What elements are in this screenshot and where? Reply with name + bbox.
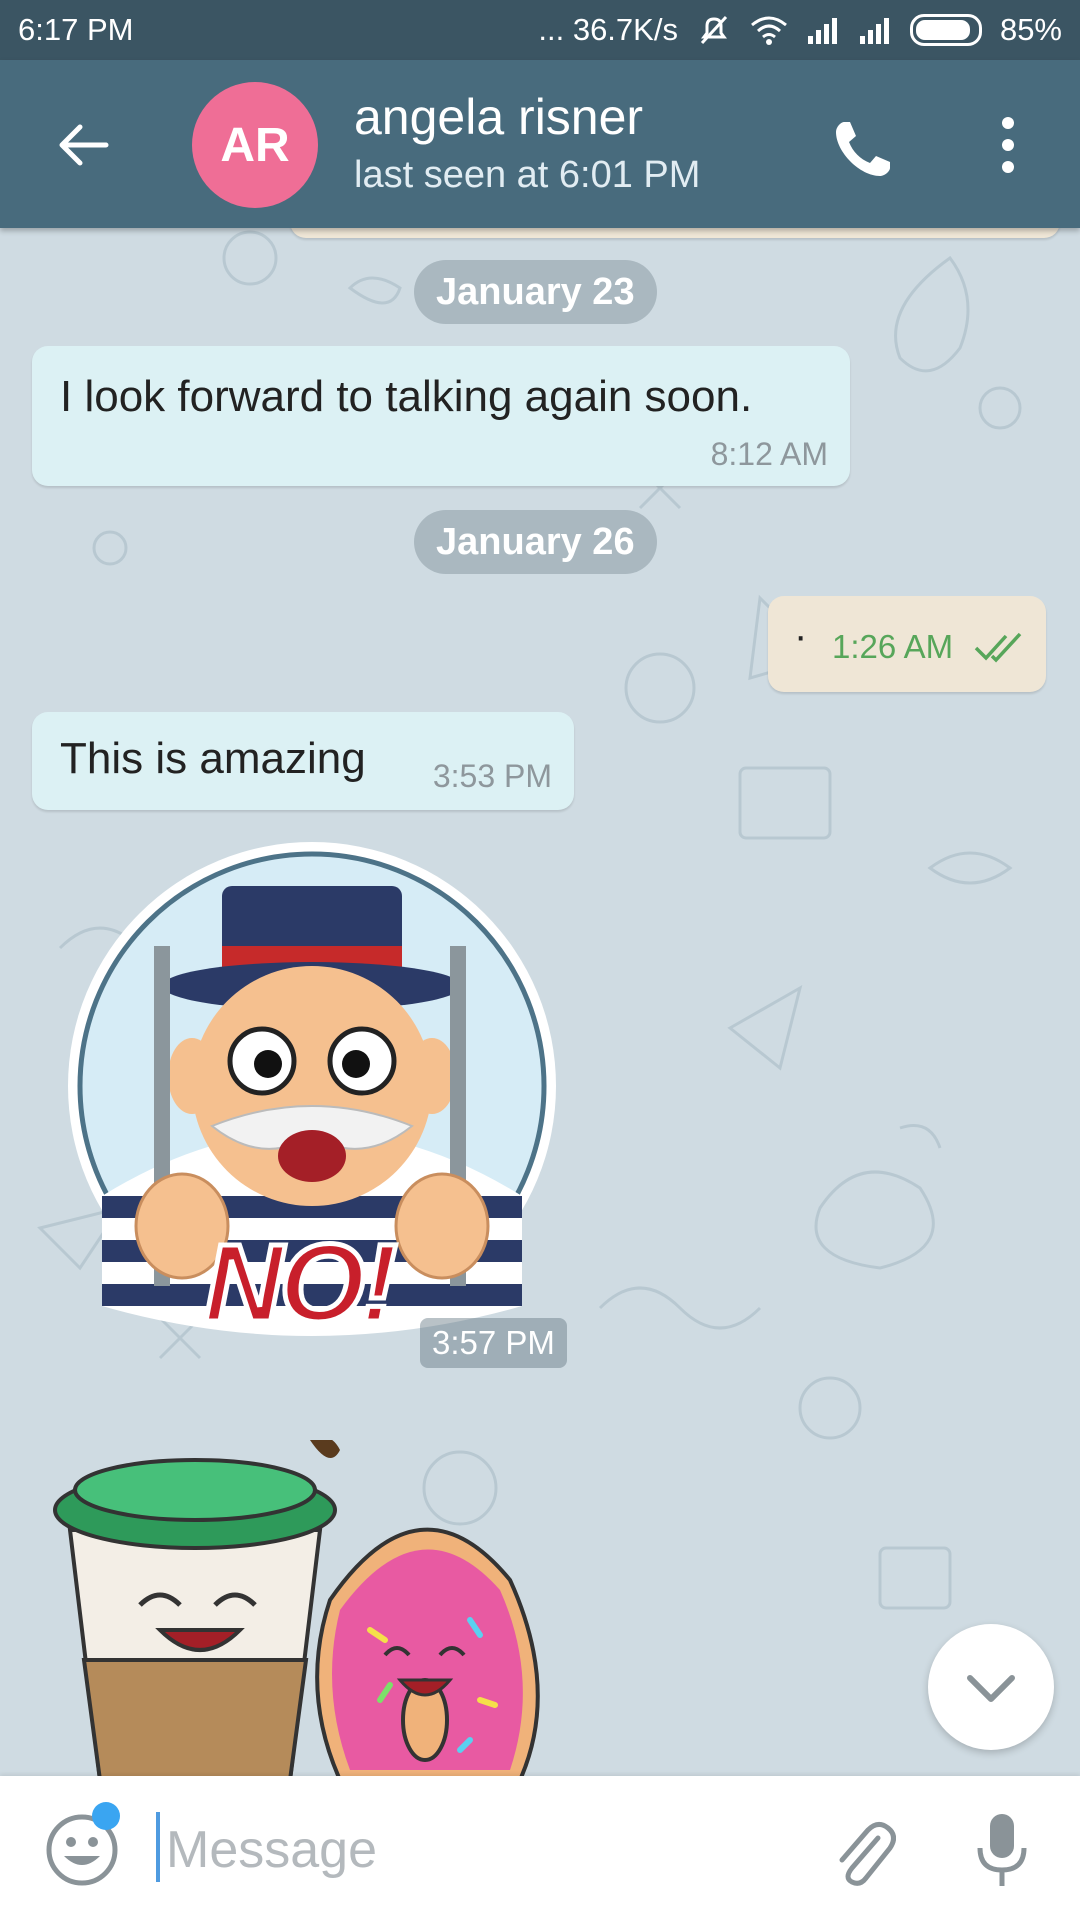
phone-icon[interactable] bbox=[832, 118, 894, 180]
battery-icon bbox=[909, 14, 982, 46]
date-separator: January 26 bbox=[414, 510, 657, 574]
status-time: 6:17 PM bbox=[18, 12, 134, 47]
last-seen-status: last seen at 6:01 PM bbox=[354, 154, 701, 196]
sticker-time: 3:57 PM bbox=[420, 1318, 567, 1368]
message-list[interactable]: January 23 I look forward to talking aga… bbox=[0, 228, 1080, 1776]
coffee-donut-sticker[interactable] bbox=[40, 1440, 580, 1776]
message-input[interactable] bbox=[164, 1806, 808, 1894]
read-checkmarks-icon bbox=[974, 632, 1022, 663]
microphone-icon[interactable] bbox=[972, 1810, 1032, 1890]
wifi-icon bbox=[751, 16, 787, 45]
date-separator: January 23 bbox=[414, 260, 657, 324]
chevron-down-icon bbox=[967, 1675, 1015, 1702]
message-text: This is amazing bbox=[60, 734, 366, 783]
message-time: 1:26 AM bbox=[832, 628, 954, 665]
scroll-to-bottom-button[interactable] bbox=[928, 1624, 1054, 1750]
message-text: I look forward to talking again soon. bbox=[60, 372, 753, 421]
chat-header: AR angela risner last seen at 6:01 PM bbox=[0, 60, 1080, 228]
signal-icon bbox=[807, 18, 837, 44]
message-time: 3:53 PM bbox=[432, 758, 552, 794]
notification-dot bbox=[92, 1802, 120, 1830]
more-options-icon[interactable] bbox=[990, 115, 1026, 175]
battery-level: 85% bbox=[999, 12, 1062, 47]
back-arrow-icon[interactable] bbox=[56, 118, 110, 172]
message-bubble-partial bbox=[290, 228, 1060, 238]
message-bubble[interactable]: I look forward to talking again soon. 8:… bbox=[32, 346, 850, 486]
network-speed: ... 36.7K/s bbox=[538, 12, 678, 47]
message-composer bbox=[0, 1776, 1080, 1920]
message-bubble[interactable]: This is amazing 3:53 PM bbox=[32, 712, 574, 810]
signal-icon-2 bbox=[859, 18, 889, 44]
paperclip-icon[interactable] bbox=[832, 1816, 896, 1888]
message-time: 8:12 AM bbox=[710, 436, 828, 472]
sticker-caption: NO! bbox=[202, 1220, 401, 1348]
mute-icon bbox=[700, 15, 728, 45]
text-cursor bbox=[156, 1812, 160, 1882]
status-bar: 6:17 PM ... 36.7K/s 85% bbox=[0, 0, 1080, 60]
status-right: ... 36.7K/s 85% bbox=[538, 12, 1062, 48]
avatar[interactable]: AR bbox=[192, 82, 318, 208]
contact-name[interactable]: angela risner bbox=[354, 88, 643, 146]
message-bubble-outgoing[interactable]: · 1:26 AM bbox=[768, 596, 1046, 692]
message-text: · bbox=[794, 614, 808, 658]
